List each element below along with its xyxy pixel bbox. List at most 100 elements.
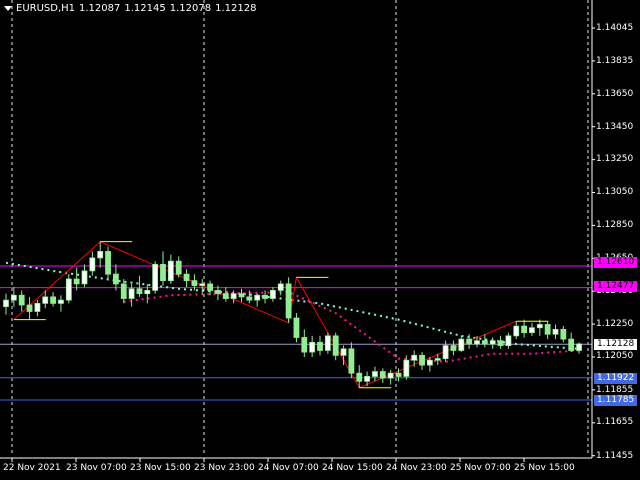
candle-bear bbox=[419, 354, 425, 366]
candle-bear bbox=[246, 296, 253, 301]
candle-bear bbox=[466, 338, 473, 345]
candle-bear bbox=[568, 338, 575, 351]
price-label: 1.13450 bbox=[596, 122, 634, 132]
candle-bull bbox=[411, 354, 418, 361]
candle-bear bbox=[332, 335, 339, 356]
candle-bull bbox=[426, 359, 433, 366]
candle-bear bbox=[191, 280, 198, 286]
candle-bull bbox=[277, 283, 284, 291]
candle-bull bbox=[89, 257, 96, 272]
candle-bull bbox=[269, 289, 276, 299]
candle-bull bbox=[536, 324, 543, 329]
candle-bear bbox=[50, 296, 56, 304]
price-label: 1.11655 bbox=[596, 417, 634, 427]
candle-bull bbox=[387, 372, 394, 379]
candle-bull bbox=[128, 288, 135, 299]
candle-bear bbox=[136, 288, 143, 295]
candle-bear bbox=[293, 317, 300, 338]
candle-bear bbox=[481, 340, 488, 345]
candle-bull bbox=[372, 371, 378, 377]
candle-bull bbox=[10, 294, 17, 301]
candle-bull bbox=[152, 264, 159, 291]
zigzag-line bbox=[13, 241, 517, 389]
candle-bear bbox=[560, 328, 567, 340]
axes bbox=[0, 0, 595, 462]
time-label: 23 Nov 15:00 bbox=[130, 463, 191, 473]
candle-bull bbox=[324, 335, 331, 351]
candlesticks bbox=[3, 241, 582, 388]
price-tag-blue-lower: 1.11785 bbox=[594, 395, 638, 406]
time-label: 25 Nov 07:00 bbox=[450, 463, 511, 473]
price-label: 1.14045 bbox=[596, 23, 634, 33]
price-label: 1.13250 bbox=[596, 154, 634, 164]
price-tag-magenta-lower: 1.12477 bbox=[594, 281, 638, 292]
candle-bear bbox=[285, 283, 292, 319]
time-label: 25 Nov 15:00 bbox=[514, 463, 575, 473]
candle-bull bbox=[505, 335, 512, 346]
candle-bull bbox=[167, 260, 174, 282]
candle-bull bbox=[144, 289, 151, 295]
candle-bull bbox=[58, 299, 64, 304]
price-label: 1.12850 bbox=[596, 220, 634, 230]
candle-bull bbox=[254, 294, 261, 301]
candle-bull bbox=[309, 341, 316, 353]
price-label: 1.11855 bbox=[596, 385, 634, 395]
candle-bull bbox=[434, 358, 441, 361]
candle-bear bbox=[262, 294, 268, 299]
price-label: 1.12250 bbox=[596, 319, 634, 329]
collapse-triangle-icon[interactable] bbox=[4, 5, 12, 11]
candle-bear bbox=[356, 372, 363, 382]
candle-bull bbox=[403, 359, 410, 377]
price-label: 1.13835 bbox=[596, 56, 634, 66]
candle-bear bbox=[215, 289, 221, 295]
candle-bear bbox=[544, 324, 551, 335]
candle-bull bbox=[364, 376, 371, 382]
price-tag-magenta-upper: 1.12610 bbox=[594, 257, 638, 268]
candle-bear bbox=[160, 264, 166, 282]
time-label: 23 Nov 23:00 bbox=[194, 463, 255, 473]
current-price-tag: 1.12128 bbox=[594, 339, 638, 350]
time-label: 24 Nov 15:00 bbox=[322, 463, 383, 473]
price-chart[interactable] bbox=[0, 0, 640, 480]
candle-bear bbox=[317, 341, 323, 351]
price-label: 1.13050 bbox=[596, 187, 634, 197]
candle-bear bbox=[348, 348, 355, 374]
candle-bear bbox=[73, 278, 80, 285]
candle-bull bbox=[65, 278, 72, 301]
candle-bull bbox=[81, 270, 88, 285]
candle-bear bbox=[18, 294, 25, 306]
time-gridlines bbox=[11, 0, 589, 456]
candle-bull bbox=[552, 328, 559, 335]
candle-bear bbox=[207, 283, 214, 291]
chart-header[interactable]: EURUSD,H1 1.12087 1.12145 1.12078 1.12128 bbox=[4, 3, 260, 14]
candle-bull bbox=[42, 296, 49, 304]
time-label: 24 Nov 23:00 bbox=[386, 463, 447, 473]
candle-bear bbox=[379, 371, 386, 379]
zigzag-indicator bbox=[13, 241, 517, 389]
candle-bull bbox=[474, 340, 480, 345]
open-price: 1.12087 bbox=[79, 3, 121, 14]
price-label: 1.13650 bbox=[596, 89, 634, 99]
time-label: 22 Nov 2021 bbox=[3, 463, 61, 473]
candle-bear bbox=[113, 273, 119, 285]
candle-bull bbox=[442, 345, 449, 359]
candle-bull bbox=[340, 348, 347, 356]
candle-bear bbox=[238, 293, 245, 298]
candle-bear bbox=[521, 325, 527, 334]
price-tag-blue-upper: 1.11922 bbox=[594, 373, 638, 384]
candle-bull bbox=[458, 338, 465, 351]
candle-bear bbox=[175, 260, 182, 275]
high-price: 1.12145 bbox=[124, 3, 166, 14]
candle-bull bbox=[513, 325, 520, 337]
candle-bear bbox=[105, 251, 111, 275]
candle-bear bbox=[450, 345, 457, 351]
candle-bear bbox=[183, 273, 190, 282]
candle-bear bbox=[497, 340, 504, 346]
candle-bull bbox=[489, 340, 496, 345]
candle-bull bbox=[34, 302, 41, 312]
candle-bull bbox=[230, 293, 237, 299]
price-label: 1.12050 bbox=[596, 351, 634, 361]
candle-bull bbox=[199, 283, 206, 286]
candle-bear bbox=[222, 293, 229, 299]
price-label: 1.11455 bbox=[596, 451, 634, 461]
